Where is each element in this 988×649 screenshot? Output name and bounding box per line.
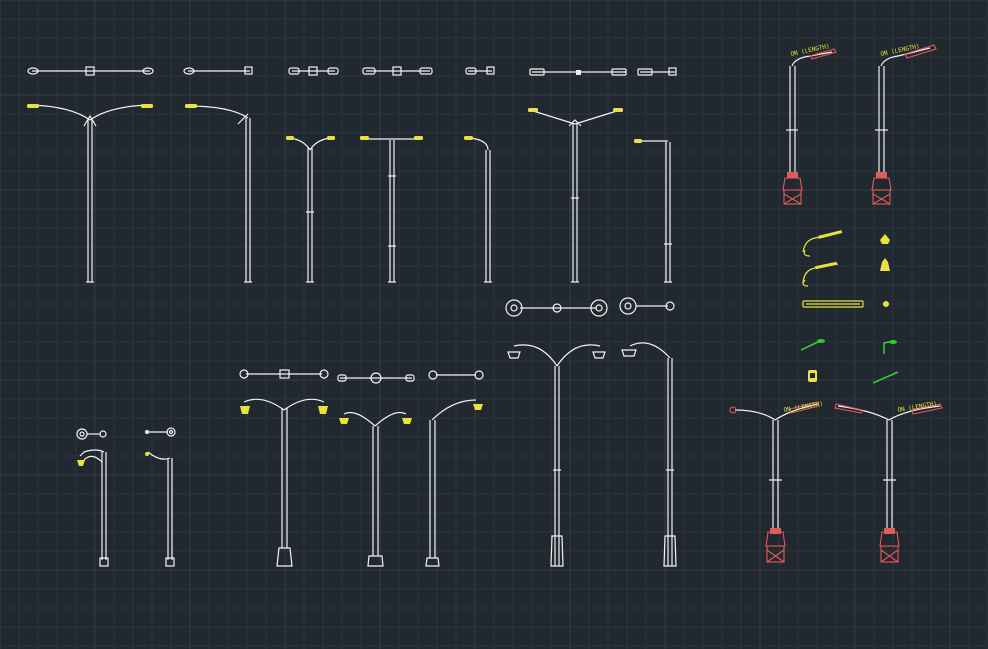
elevation-decorative-double-pole-1[interactable] xyxy=(240,398,328,567)
plan-view-double-arm-1[interactable] xyxy=(27,66,154,76)
plan-view-large-decorative-double[interactable] xyxy=(505,299,608,317)
plan-view-decorative-double-1[interactable] xyxy=(239,369,329,379)
luminaire-side-view-2[interactable] xyxy=(802,261,839,287)
plan-view-double-arm-3[interactable] xyxy=(362,66,433,76)
plan-view-double-arm-4[interactable] xyxy=(529,68,627,76)
detail-pole-single-arm-1[interactable]: ON (LENGTH) xyxy=(782,43,837,205)
elevation-decorative-double-pole-2[interactable] xyxy=(339,411,412,567)
cad-drawing-canvas[interactable]: ON (LENGTH) ON (LENGTH) ON (LENGTH) ON (… xyxy=(0,0,988,649)
plan-view-single-arm-1[interactable] xyxy=(183,66,253,75)
elevation-decorative-pole-1[interactable] xyxy=(77,449,109,567)
plan-view-decorative-double-2[interactable] xyxy=(337,372,415,384)
detail-pole-double-arm-2[interactable]: ON (LENGTH) xyxy=(834,400,943,563)
detail-pole-single-arm-2[interactable]: ON (LENGTH) xyxy=(871,43,937,205)
elevation-y-arm-pole[interactable] xyxy=(528,108,623,283)
luminaire-front-view-1[interactable] xyxy=(880,234,890,244)
elevation-large-decorative-double-pole[interactable] xyxy=(507,344,606,567)
symbol-yellow-fixture[interactable] xyxy=(808,370,817,382)
elevation-decorative-single-pole[interactable] xyxy=(425,399,483,567)
symbol-green-arm-2[interactable] xyxy=(883,340,897,354)
plan-view-double-arm-2[interactable] xyxy=(288,66,339,76)
luminaire-front-view-2[interactable] xyxy=(880,258,890,271)
elevation-single-arm-pole-3[interactable] xyxy=(634,139,672,283)
plan-view-single-arm-2[interactable] xyxy=(465,66,495,75)
elevation-large-decorative-single-pole[interactable] xyxy=(621,342,677,567)
luminaire-end-view[interactable] xyxy=(883,301,889,307)
luminaire-bottom-view[interactable] xyxy=(802,300,864,308)
symbol-green-arm-1[interactable] xyxy=(800,339,825,351)
drawing-grid xyxy=(0,0,988,649)
elevation-double-arm-pole-1[interactable] xyxy=(27,104,153,283)
symbol-green-bar[interactable] xyxy=(872,371,899,384)
elevation-decorative-pole-2[interactable] xyxy=(145,451,175,567)
elevation-single-arm-pole-1[interactable] xyxy=(185,104,252,283)
detail-pole-double-arm-1[interactable]: ON (LENGTH) xyxy=(729,400,823,563)
plan-view-single-arm-3[interactable] xyxy=(637,67,677,76)
plan-view-large-decorative-single[interactable] xyxy=(619,297,675,315)
